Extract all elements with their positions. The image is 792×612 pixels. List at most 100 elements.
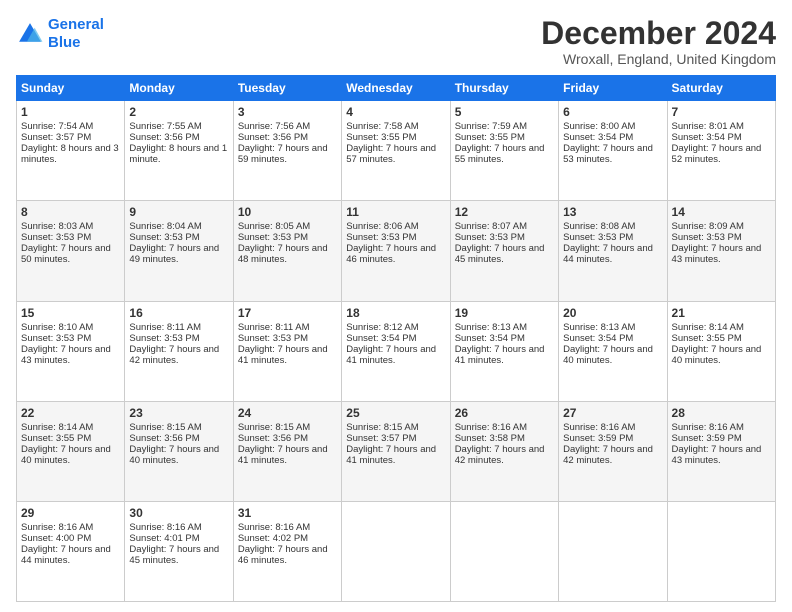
calendar-cell: [559, 501, 667, 601]
calendar-cell: 18 Sunrise: 8:12 AM Sunset: 3:54 PM Dayl…: [342, 301, 450, 401]
calendar-cell: 21 Sunrise: 8:14 AM Sunset: 3:55 PM Dayl…: [667, 301, 775, 401]
calendar-cell: 1 Sunrise: 7:54 AM Sunset: 3:57 PM Dayli…: [17, 101, 125, 201]
sunset-label: Sunset: 3:57 PM: [21, 132, 91, 143]
sunrise-label: Sunrise: 8:15 AM: [129, 422, 201, 433]
daylight-label: Daylight: 7 hours and 41 minutes.: [238, 444, 328, 466]
sunset-label: Sunset: 3:53 PM: [129, 232, 199, 243]
daylight-label: Daylight: 8 hours and 3 minutes.: [21, 143, 119, 165]
sunrise-label: Sunrise: 8:14 AM: [672, 322, 744, 333]
day-number: 1: [21, 105, 120, 119]
month-title: December 2024: [541, 16, 776, 51]
sunrise-label: Sunrise: 8:10 AM: [21, 322, 93, 333]
day-number: 21: [672, 306, 771, 320]
sunrise-label: Sunrise: 8:16 AM: [129, 522, 201, 533]
sunrise-label: Sunrise: 8:11 AM: [238, 322, 310, 333]
calendar-cell: 5 Sunrise: 7:59 AM Sunset: 3:55 PM Dayli…: [450, 101, 558, 201]
calendar-cell: [450, 501, 558, 601]
sunset-label: Sunset: 3:53 PM: [129, 333, 199, 344]
daylight-label: Daylight: 7 hours and 41 minutes.: [455, 344, 545, 366]
sunset-label: Sunset: 3:55 PM: [455, 132, 525, 143]
daylight-label: Daylight: 7 hours and 48 minutes.: [238, 243, 328, 265]
calendar-cell: 4 Sunrise: 7:58 AM Sunset: 3:55 PM Dayli…: [342, 101, 450, 201]
sunrise-label: Sunrise: 8:04 AM: [129, 221, 201, 232]
day-number: 9: [129, 205, 228, 219]
calendar-cell: 9 Sunrise: 8:04 AM Sunset: 3:53 PM Dayli…: [125, 201, 233, 301]
sunset-label: Sunset: 3:57 PM: [346, 433, 416, 444]
day-number: 25: [346, 406, 445, 420]
day-number: 23: [129, 406, 228, 420]
day-header-friday: Friday: [559, 76, 667, 101]
day-number: 5: [455, 105, 554, 119]
day-number: 27: [563, 406, 662, 420]
calendar-cell: 6 Sunrise: 8:00 AM Sunset: 3:54 PM Dayli…: [559, 101, 667, 201]
calendar-cell: 28 Sunrise: 8:16 AM Sunset: 3:59 PM Dayl…: [667, 401, 775, 501]
sunset-label: Sunset: 3:56 PM: [238, 433, 308, 444]
daylight-label: Daylight: 7 hours and 57 minutes.: [346, 143, 436, 165]
sunset-label: Sunset: 3:54 PM: [346, 333, 416, 344]
day-number: 2: [129, 105, 228, 119]
sunrise-label: Sunrise: 8:16 AM: [21, 522, 93, 533]
calendar-cell: 2 Sunrise: 7:55 AM Sunset: 3:56 PM Dayli…: [125, 101, 233, 201]
sunset-label: Sunset: 3:53 PM: [346, 232, 416, 243]
sunset-label: Sunset: 3:54 PM: [672, 132, 742, 143]
daylight-label: Daylight: 7 hours and 44 minutes.: [21, 544, 111, 566]
daylight-label: Daylight: 7 hours and 42 minutes.: [455, 444, 545, 466]
sunrise-label: Sunrise: 8:06 AM: [346, 221, 418, 232]
sunset-label: Sunset: 3:55 PM: [672, 333, 742, 344]
day-number: 15: [21, 306, 120, 320]
day-number: 3: [238, 105, 337, 119]
daylight-label: Daylight: 7 hours and 43 minutes.: [21, 344, 111, 366]
day-number: 26: [455, 406, 554, 420]
sunset-label: Sunset: 3:59 PM: [563, 433, 633, 444]
sunset-label: Sunset: 3:56 PM: [238, 132, 308, 143]
sunset-label: Sunset: 3:54 PM: [455, 333, 525, 344]
calendar-cell: [342, 501, 450, 601]
day-number: 18: [346, 306, 445, 320]
calendar-table: SundayMondayTuesdayWednesdayThursdayFrid…: [16, 75, 776, 602]
calendar-cell: 22 Sunrise: 8:14 AM Sunset: 3:55 PM Dayl…: [17, 401, 125, 501]
daylight-label: Daylight: 7 hours and 40 minutes.: [129, 444, 219, 466]
sunrise-label: Sunrise: 8:07 AM: [455, 221, 527, 232]
sunrise-label: Sunrise: 7:58 AM: [346, 121, 418, 132]
sunrise-label: Sunrise: 8:12 AM: [346, 322, 418, 333]
title-block: December 2024 Wroxall, England, United K…: [541, 16, 776, 67]
calendar-cell: 27 Sunrise: 8:16 AM Sunset: 3:59 PM Dayl…: [559, 401, 667, 501]
calendar-cell: 11 Sunrise: 8:06 AM Sunset: 3:53 PM Dayl…: [342, 201, 450, 301]
sunrise-label: Sunrise: 8:16 AM: [563, 422, 635, 433]
calendar-cell: 14 Sunrise: 8:09 AM Sunset: 3:53 PM Dayl…: [667, 201, 775, 301]
sunrise-label: Sunrise: 8:05 AM: [238, 221, 310, 232]
sunrise-label: Sunrise: 7:55 AM: [129, 121, 201, 132]
daylight-label: Daylight: 7 hours and 43 minutes.: [672, 444, 762, 466]
sunset-label: Sunset: 3:55 PM: [346, 132, 416, 143]
daylight-label: Daylight: 7 hours and 42 minutes.: [563, 444, 653, 466]
day-number: 16: [129, 306, 228, 320]
sunset-label: Sunset: 3:54 PM: [563, 132, 633, 143]
sunset-label: Sunset: 3:53 PM: [21, 333, 91, 344]
sunrise-label: Sunrise: 8:13 AM: [455, 322, 527, 333]
calendar-week-3: 22 Sunrise: 8:14 AM Sunset: 3:55 PM Dayl…: [17, 401, 776, 501]
sunset-label: Sunset: 3:58 PM: [455, 433, 525, 444]
sunset-label: Sunset: 3:53 PM: [563, 232, 633, 243]
day-number: 12: [455, 205, 554, 219]
calendar-cell: 16 Sunrise: 8:11 AM Sunset: 3:53 PM Dayl…: [125, 301, 233, 401]
day-number: 30: [129, 506, 228, 520]
day-header-saturday: Saturday: [667, 76, 775, 101]
sunrise-label: Sunrise: 7:56 AM: [238, 121, 310, 132]
sunset-label: Sunset: 3:53 PM: [21, 232, 91, 243]
calendar-cell: 26 Sunrise: 8:16 AM Sunset: 3:58 PM Dayl…: [450, 401, 558, 501]
sunset-label: Sunset: 3:53 PM: [238, 333, 308, 344]
calendar-cell: 13 Sunrise: 8:08 AM Sunset: 3:53 PM Dayl…: [559, 201, 667, 301]
day-number: 19: [455, 306, 554, 320]
sunset-label: Sunset: 3:56 PM: [129, 433, 199, 444]
sunset-label: Sunset: 4:00 PM: [21, 533, 91, 544]
calendar-cell: 3 Sunrise: 7:56 AM Sunset: 3:56 PM Dayli…: [233, 101, 341, 201]
daylight-label: Daylight: 7 hours and 41 minutes.: [346, 344, 436, 366]
sunrise-label: Sunrise: 8:09 AM: [672, 221, 744, 232]
day-number: 29: [21, 506, 120, 520]
sunset-label: Sunset: 3:55 PM: [21, 433, 91, 444]
calendar-cell: 20 Sunrise: 8:13 AM Sunset: 3:54 PM Dayl…: [559, 301, 667, 401]
daylight-label: Daylight: 7 hours and 46 minutes.: [346, 243, 436, 265]
sunset-label: Sunset: 4:02 PM: [238, 533, 308, 544]
day-number: 4: [346, 105, 445, 119]
sunrise-label: Sunrise: 8:13 AM: [563, 322, 635, 333]
